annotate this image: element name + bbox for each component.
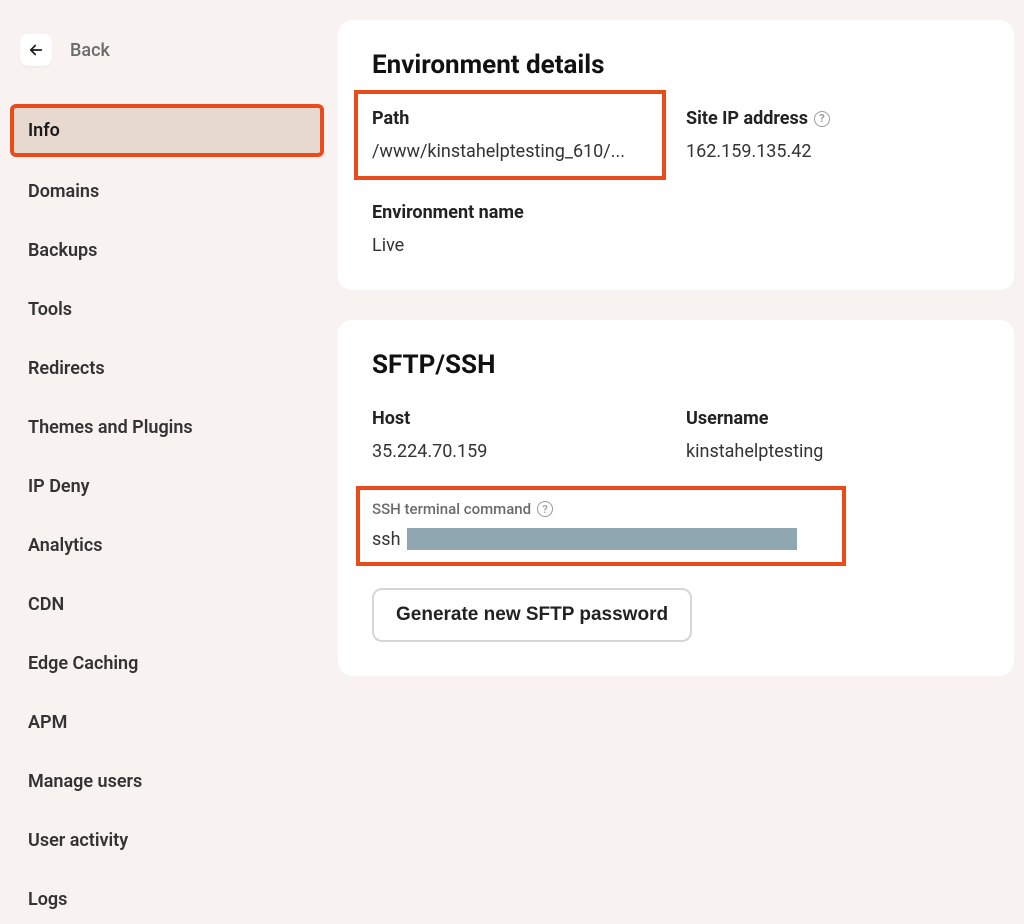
sidebar-item-logs[interactable]: Logs xyxy=(10,875,324,924)
arrow-left-icon xyxy=(27,41,45,59)
username-label: Username xyxy=(686,408,980,429)
nav-list: Info Domains Backups Tools Redirects The… xyxy=(0,104,338,924)
site-ip-label: Site IP address xyxy=(686,108,808,129)
environment-name-label: Environment name xyxy=(372,202,666,223)
username-value: kinstahelptesting xyxy=(686,441,980,462)
sidebar-item-tools[interactable]: Tools xyxy=(10,285,324,334)
path-field: Path /www/kinstahelptesting_610/... Envi… xyxy=(372,108,666,256)
sidebar-item-apm[interactable]: APM xyxy=(10,698,324,747)
username-field: Username kinstahelptesting xyxy=(686,408,980,462)
site-ip-field: Site IP address ? 162.159.135.42 xyxy=(686,108,980,256)
path-highlight: Path /www/kinstahelptesting_610/... xyxy=(354,90,666,180)
sidebar-item-analytics[interactable]: Analytics xyxy=(10,521,324,570)
path-label: Path xyxy=(372,108,648,129)
sftp-ssh-title: SFTP/SSH xyxy=(372,350,980,380)
sidebar-item-cdn[interactable]: CDN xyxy=(10,580,324,629)
environment-details-grid: Path /www/kinstahelptesting_610/... Envi… xyxy=(372,108,980,256)
back-button[interactable] xyxy=(20,34,52,66)
environment-details-card: Environment details Path /www/kinstahelp… xyxy=(338,20,1014,290)
sidebar-item-themes-plugins[interactable]: Themes and Plugins xyxy=(10,403,324,452)
sidebar-item-edge-caching[interactable]: Edge Caching xyxy=(10,639,324,688)
sidebar: Back Info Domains Backups Tools Redirect… xyxy=(0,0,338,843)
site-ip-label-row: Site IP address ? xyxy=(686,108,980,129)
host-field: Host 35.224.70.159 xyxy=(372,408,666,462)
help-icon[interactable]: ? xyxy=(537,501,553,517)
sidebar-item-user-activity[interactable]: User activity xyxy=(10,816,324,865)
generate-sftp-password-button[interactable]: Generate new SFTP password xyxy=(372,588,692,642)
sftp-ssh-card: SFTP/SSH Host 35.224.70.159 Username kin… xyxy=(338,320,1014,676)
sidebar-item-manage-users[interactable]: Manage users xyxy=(10,757,324,806)
host-value: 35.224.70.159 xyxy=(372,441,666,462)
sidebar-item-ip-deny[interactable]: IP Deny xyxy=(10,462,324,511)
sftp-grid: Host 35.224.70.159 Username kinstahelpte… xyxy=(372,408,980,462)
ssh-terminal-value: ssh xyxy=(372,528,830,550)
sidebar-item-info[interactable]: Info xyxy=(10,104,324,157)
ssh-redacted-value xyxy=(407,528,797,550)
sidebar-item-backups[interactable]: Backups xyxy=(10,226,324,275)
ssh-terminal-label: SSH terminal command xyxy=(372,500,531,518)
back-label: Back xyxy=(70,40,110,61)
environment-name-field: Environment name Live xyxy=(372,202,666,256)
main-content: Environment details Path /www/kinstahelp… xyxy=(338,0,1024,843)
sidebar-item-domains[interactable]: Domains xyxy=(10,167,324,216)
environment-name-value: Live xyxy=(372,235,666,256)
ssh-prefix: ssh xyxy=(372,529,401,550)
path-value: /www/kinstahelptesting_610/... xyxy=(372,141,648,162)
ssh-terminal-block: SSH terminal command ? ssh xyxy=(356,486,846,566)
help-icon[interactable]: ? xyxy=(814,111,830,127)
ssh-terminal-label-row: SSH terminal command ? xyxy=(372,500,830,518)
site-ip-value: 162.159.135.42 xyxy=(686,141,980,162)
sidebar-item-redirects[interactable]: Redirects xyxy=(10,344,324,393)
host-label: Host xyxy=(372,408,666,429)
back-row: Back xyxy=(0,34,338,66)
environment-details-title: Environment details xyxy=(372,50,980,80)
